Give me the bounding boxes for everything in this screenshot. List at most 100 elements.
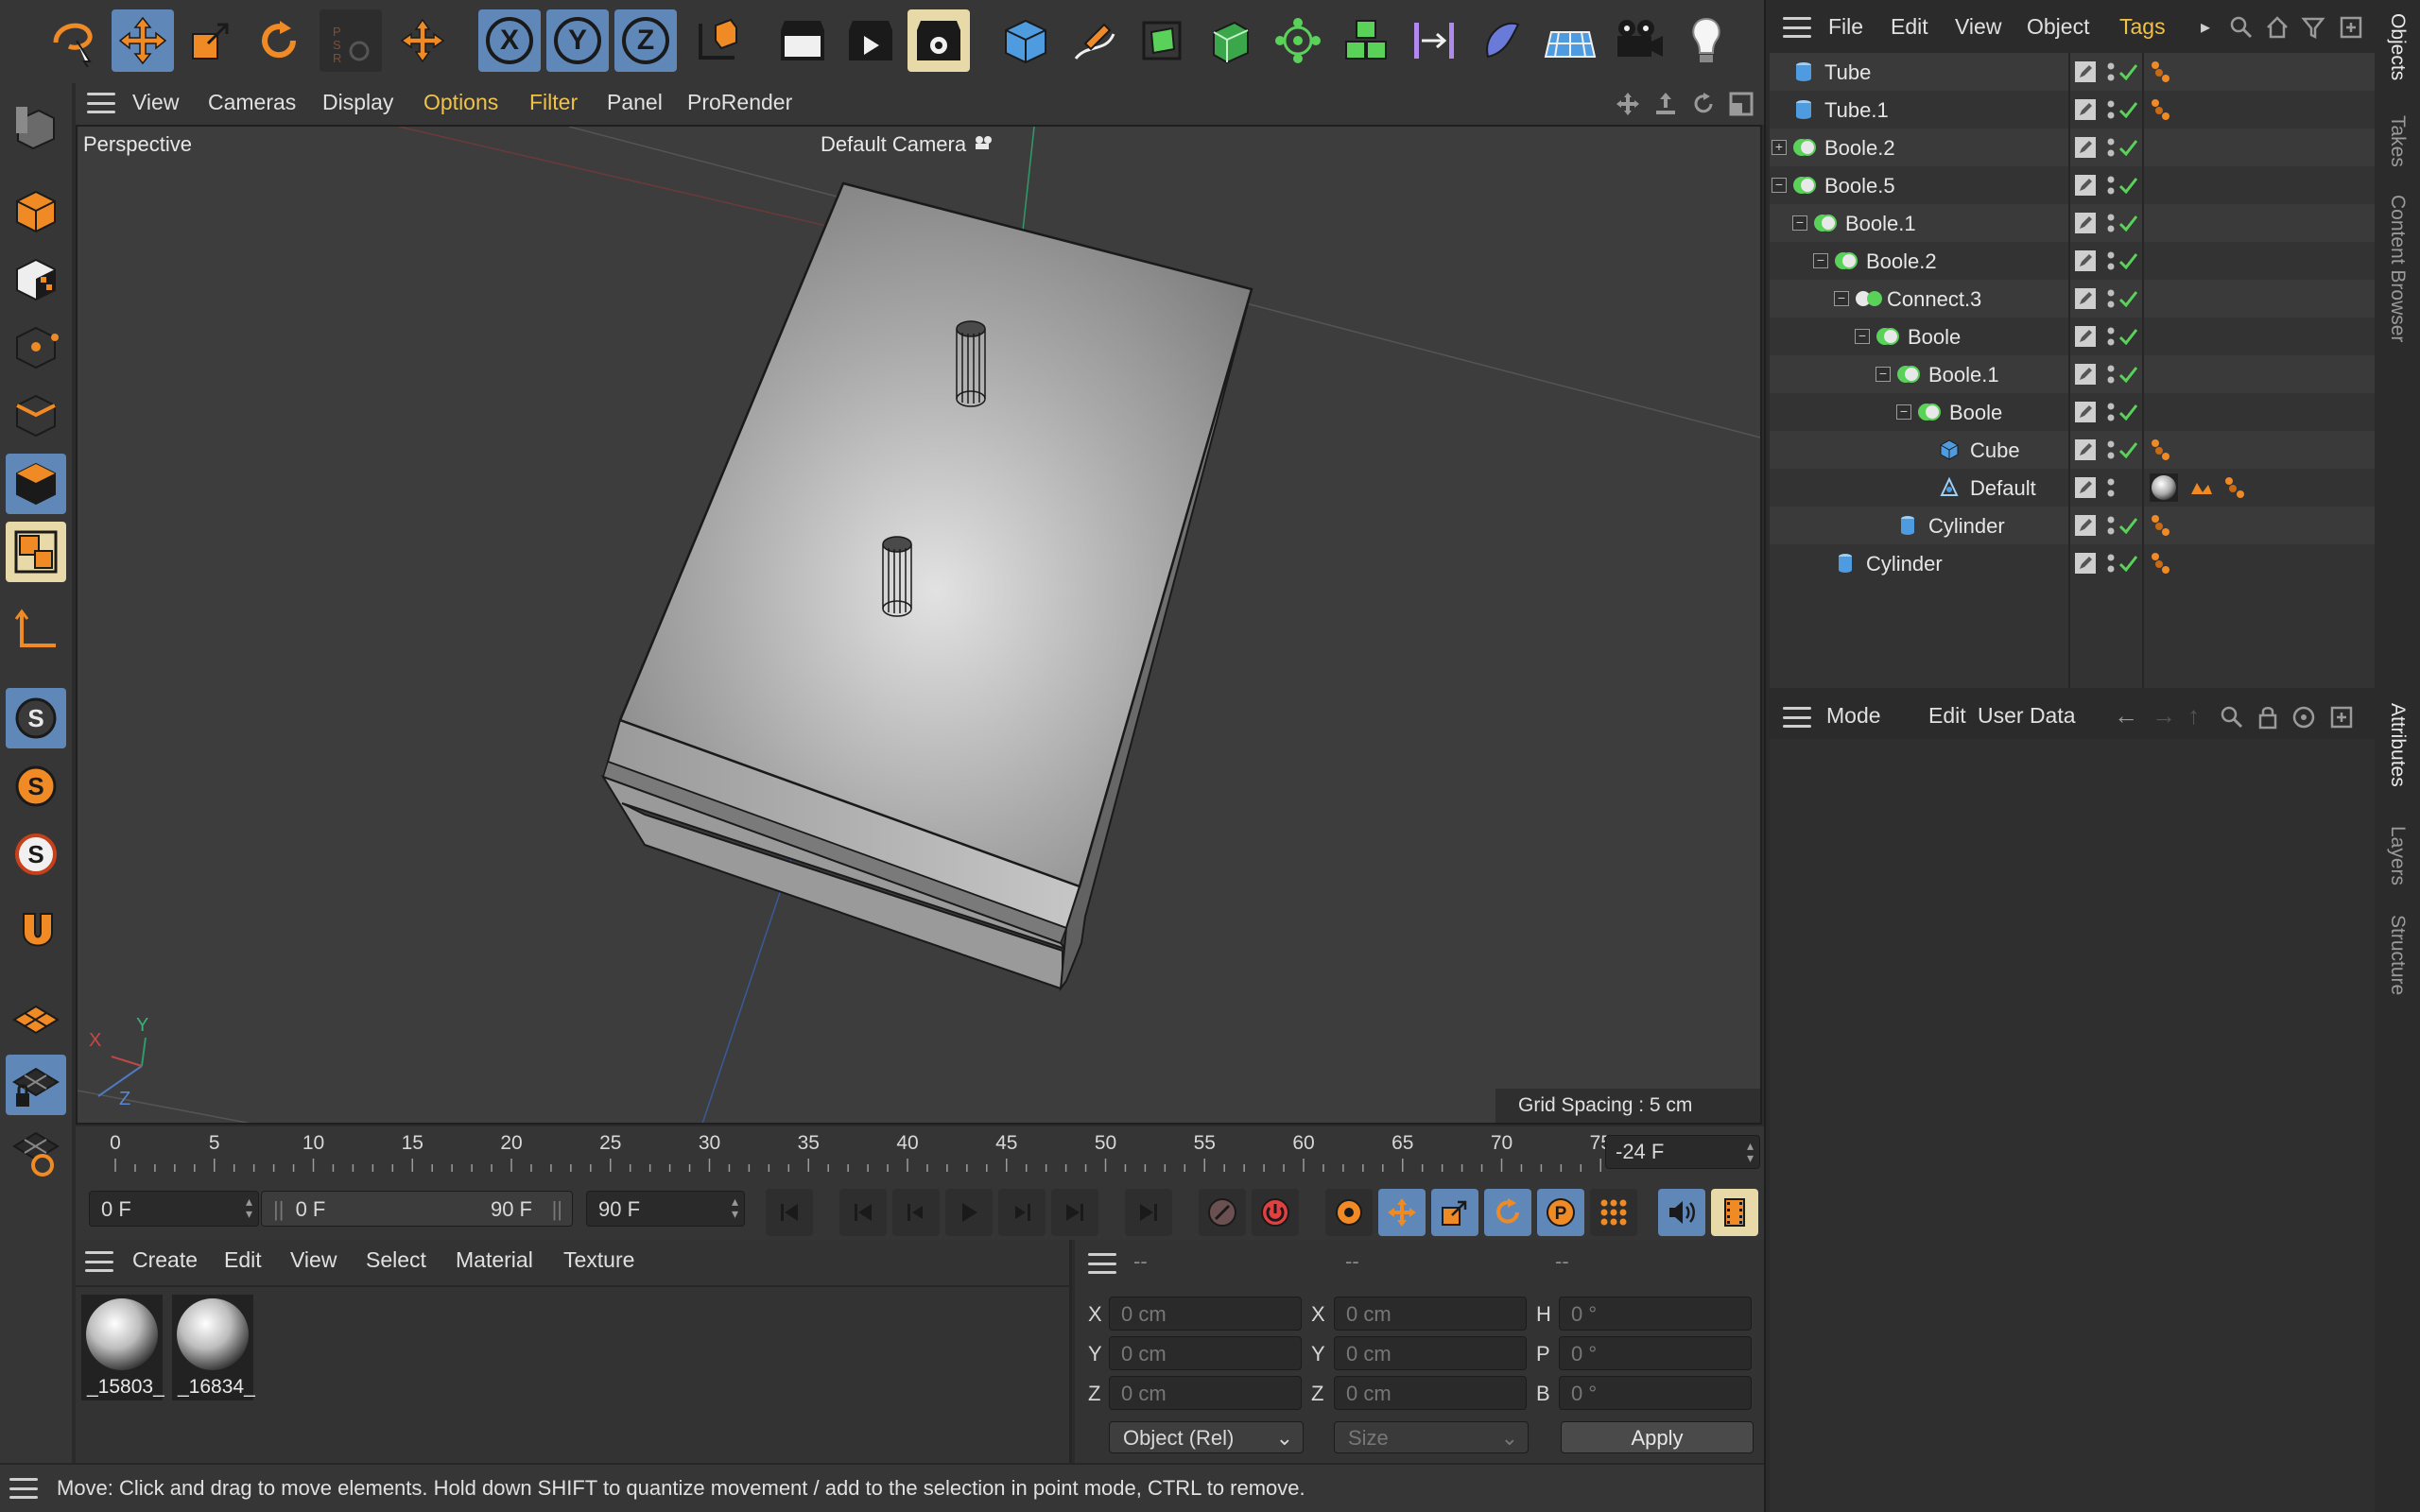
deformer-icon[interactable] (1403, 9, 1465, 72)
end-frame-field[interactable]: 90 F ▴ ▾ (586, 1191, 745, 1227)
key-position-icon[interactable] (1378, 1189, 1426, 1236)
edit-layer-icon[interactable] (2074, 249, 2097, 277)
autokeying-icon[interactable] (1252, 1189, 1299, 1236)
object-row[interactable]: + Boole.2 (1770, 129, 2375, 166)
visibility-dots-icon[interactable] (2106, 552, 2116, 579)
polygons-mode-icon[interactable] (6, 454, 66, 514)
viewport-rotate-icon[interactable] (1690, 91, 1717, 122)
extrude-generator-icon[interactable] (1199, 9, 1261, 72)
menu-more-arrow-icon[interactable]: ▸ (2201, 15, 2210, 39)
model-mode-icon[interactable] (6, 181, 66, 242)
attribute-menu-edit[interactable]: Edit (1928, 703, 1966, 729)
viewport-dolly-icon[interactable] (1652, 91, 1679, 122)
object-row[interactable]: Cylinder (1770, 544, 2375, 582)
visibility-dots-icon[interactable] (2106, 438, 2116, 466)
enabled-check-icon[interactable] (2118, 439, 2138, 465)
snap-enable-icon[interactable]: S (6, 688, 66, 748)
viewport-menu-panel[interactable]: Panel (607, 90, 663, 115)
target-icon[interactable] (2291, 705, 2316, 734)
tab-takes[interactable]: Takes (2386, 115, 2409, 167)
object-name[interactable]: Boole (1949, 401, 2002, 425)
light-object-icon[interactable] (1675, 9, 1737, 72)
object-row[interactable]: Cylinder (1770, 507, 2375, 544)
edit-layer-icon[interactable] (2074, 552, 2097, 579)
viewport-menu-prorender[interactable]: ProRender (687, 90, 792, 115)
edit-layer-icon[interactable] (2074, 514, 2097, 541)
frame-stepper-icon[interactable]: ▴ ▾ (1747, 1139, 1754, 1164)
forward-arrow-icon[interactable]: → (2152, 701, 2176, 730)
size-x-field[interactable]: 0 cm (1334, 1297, 1527, 1331)
material-menu-edit[interactable]: Edit (224, 1247, 262, 1273)
material-menu-material[interactable]: Material (456, 1247, 533, 1273)
object-row[interactable]: Cube (1770, 431, 2375, 469)
edit-layer-icon[interactable] (2074, 136, 2097, 163)
scale-tool-icon[interactable] (180, 9, 242, 72)
cloner-icon[interactable] (1267, 9, 1329, 72)
visibility-dots-icon[interactable] (2106, 476, 2116, 504)
collapse-icon[interactable]: − (1834, 291, 1849, 306)
key-parameter-icon[interactable]: P (1537, 1189, 1584, 1236)
visibility-dots-icon[interactable] (2106, 514, 2116, 541)
render-to-picture-viewer-icon[interactable] (839, 9, 902, 72)
previous-frame-icon[interactable] (892, 1189, 940, 1236)
enabled-check-icon[interactable] (2118, 250, 2138, 276)
tab-layers[interactable]: Layers (2386, 826, 2409, 885)
visibility-dots-icon[interactable] (2106, 363, 2116, 390)
apply-button[interactable]: Apply (1561, 1421, 1754, 1453)
x-axis-lock-icon[interactable]: X (478, 9, 541, 72)
object-row[interactable]: − Connect.3 (1770, 280, 2375, 318)
locked-workplane-icon[interactable] (6, 1055, 66, 1115)
tab-content-browser[interactable]: Content Browser (2386, 195, 2409, 342)
render-settings-icon[interactable] (908, 9, 970, 72)
cube-object-icon[interactable] (994, 9, 1057, 72)
enabled-check-icon[interactable] (2118, 137, 2138, 163)
3d-viewport[interactable]: Perspective Default Camera X Y Z Grid Sp… (76, 125, 1762, 1125)
key-scale-icon[interactable] (1431, 1189, 1478, 1236)
phong-tag-icon[interactable] (2150, 98, 2172, 126)
tab-structure[interactable]: Structure (2386, 915, 2409, 995)
play-forward-icon[interactable] (945, 1189, 993, 1236)
edit-layer-icon[interactable] (2074, 212, 2097, 239)
visibility-dots-icon[interactable] (2106, 212, 2116, 239)
go-to-end-icon[interactable] (1125, 1189, 1172, 1236)
object-row[interactable]: − Boole.1 (1770, 204, 2375, 242)
current-frame-field[interactable]: -24 F ▴ ▾ (1605, 1135, 1760, 1169)
scheme-settings-icon[interactable] (1711, 1189, 1758, 1236)
axis-mode-icon[interactable] (6, 601, 66, 662)
subdivision-surface-icon[interactable] (1131, 9, 1193, 72)
attribute-search-icon[interactable] (2220, 705, 2244, 734)
phong-tag-icon[interactable] (2150, 514, 2172, 541)
filter-icon[interactable] (2301, 15, 2325, 44)
home-icon[interactable] (2265, 15, 2290, 44)
start-frame-field[interactable]: 0 F ▴ ▾ (89, 1191, 259, 1227)
search-icon[interactable] (2229, 15, 2254, 44)
object-row[interactable]: − Boole (1770, 318, 2375, 355)
coord-hamburger-icon[interactable] (1088, 1253, 1116, 1274)
visibility-dots-icon[interactable] (2106, 60, 2116, 88)
rotation-p-field[interactable]: 0 ° (1559, 1336, 1752, 1370)
timeline-ruler[interactable]: 051015202530354045505560657075808590 -24… (76, 1126, 1909, 1177)
key-point-level-icon[interactable] (1590, 1189, 1637, 1236)
visibility-dots-icon[interactable] (2106, 401, 2116, 428)
object-name[interactable]: Cylinder (1928, 514, 2005, 539)
object-menu-edit[interactable]: Edit (1891, 14, 1928, 40)
expand-icon[interactable]: + (1772, 140, 1787, 155)
next-key-icon[interactable] (1051, 1189, 1098, 1236)
collapse-icon[interactable]: − (1876, 367, 1891, 382)
next-frame-icon[interactable] (998, 1189, 1046, 1236)
object-menu-object[interactable]: Object (2027, 14, 2089, 40)
up-arrow-icon[interactable]: ↑ (2187, 701, 2200, 730)
edit-layer-icon[interactable] (2074, 174, 2097, 201)
viewport-hamburger-icon[interactable] (87, 93, 115, 113)
enabled-check-icon[interactable] (2118, 515, 2138, 541)
camera-object-icon[interactable] (1607, 9, 1669, 72)
viewport-menu-display[interactable]: Display (322, 90, 393, 115)
collapse-icon[interactable]: − (1813, 253, 1828, 268)
visibility-dots-icon[interactable] (2106, 98, 2116, 126)
points-mode-icon[interactable] (6, 318, 66, 378)
magnet-tool-icon[interactable] (6, 900, 66, 960)
object-name[interactable]: Boole.2 (1824, 136, 1895, 161)
object-name[interactable]: Default (1970, 476, 2036, 501)
attribute-menu-user-data[interactable]: User Data (1978, 703, 2076, 729)
pen-spline-icon[interactable] (1063, 9, 1125, 72)
